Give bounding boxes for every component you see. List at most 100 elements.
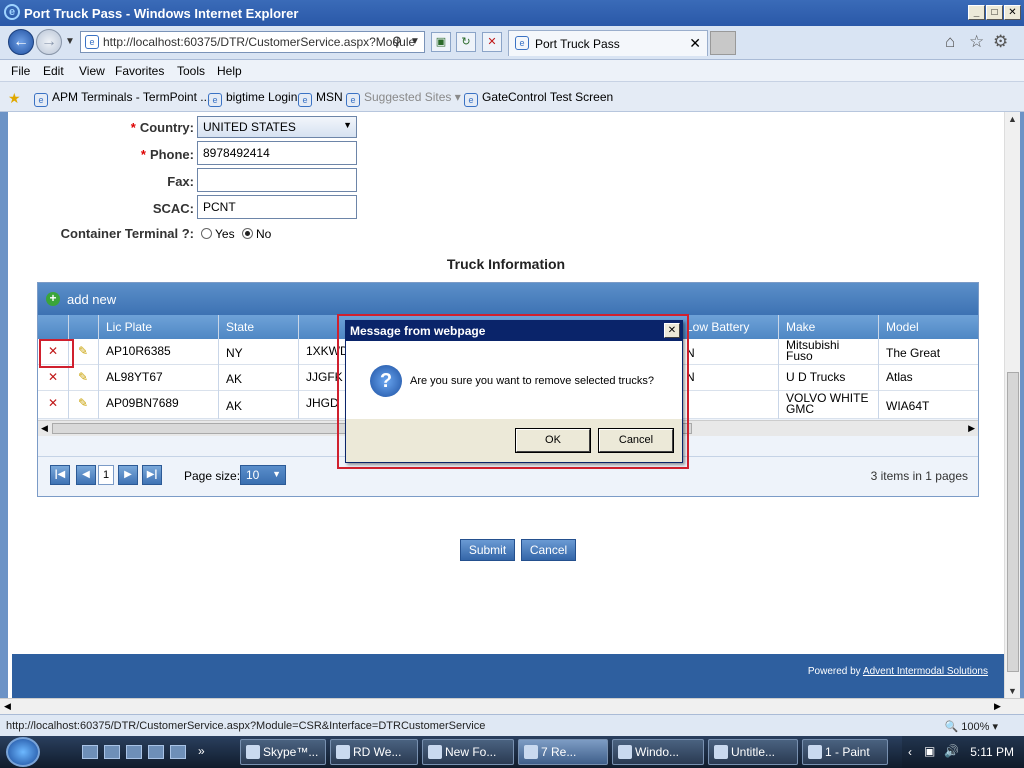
search-icon[interactable]: ⚲ bbox=[392, 34, 402, 50]
zoom-level[interactable]: 🔍 100% ▾ bbox=[945, 720, 998, 733]
col-lic-plate[interactable]: Lic Plate bbox=[106, 320, 152, 334]
col-low-battery[interactable]: Low Battery bbox=[686, 320, 749, 334]
scroll-up-icon[interactable]: ▲ bbox=[1008, 114, 1017, 124]
menu-view[interactable]: View bbox=[79, 64, 105, 78]
scroll-down-icon[interactable]: ▼ bbox=[1008, 686, 1017, 696]
radio-yes-dot bbox=[201, 228, 212, 239]
explorer-icon[interactable] bbox=[104, 745, 120, 759]
menu-bar: File Edit View Favorites Tools Help bbox=[0, 60, 1024, 82]
media-icon[interactable] bbox=[170, 745, 186, 759]
navigation-bar: ← → ▼ e http://localhost:60375/DTR/Custo… bbox=[0, 26, 1024, 60]
page-size-select[interactable]: 10 ▼ bbox=[240, 465, 286, 485]
fav-msn[interactable]: e MSN bbox=[298, 90, 343, 107]
favorites-star-icon[interactable]: ☆ bbox=[969, 32, 984, 52]
scroll-left-icon[interactable]: ◀ bbox=[41, 423, 48, 434]
ie-icon[interactable] bbox=[126, 745, 142, 759]
more-icon[interactable]: » bbox=[198, 744, 205, 758]
menu-help[interactable]: Help bbox=[217, 64, 242, 78]
scac-field[interactable]: PCNT bbox=[197, 195, 357, 219]
start-button[interactable] bbox=[6, 737, 40, 767]
gear-icon[interactable]: ⚙ bbox=[993, 32, 1008, 52]
favorites-icon[interactable]: ★ bbox=[8, 90, 21, 107]
stop-icon[interactable]: ✕ bbox=[482, 32, 502, 52]
company-link[interactable]: Advent Intermodal Solutions bbox=[863, 666, 988, 677]
address-bar[interactable]: e http://localhost:60375/DTR/CustomerSer… bbox=[80, 31, 425, 53]
scroll-right-icon[interactable]: ▶ bbox=[994, 701, 1001, 712]
fav-suggested-sites[interactable]: e Suggested Sites ▾ bbox=[346, 90, 461, 107]
radio-yes[interactable]: Yes bbox=[201, 227, 235, 241]
status-url: http://localhost:60375/DTR/CustomerServi… bbox=[6, 720, 486, 732]
taskbar-item[interactable]: RD We... bbox=[330, 739, 418, 765]
app-icon bbox=[808, 745, 822, 759]
cell-vin: JHGD bbox=[306, 396, 339, 410]
taskbar-item[interactable]: Untitle... bbox=[708, 739, 798, 765]
menu-favorites[interactable]: Favorites bbox=[115, 64, 164, 78]
previous-page-button[interactable]: ◀ bbox=[76, 465, 96, 485]
radio-no[interactable]: No bbox=[242, 227, 271, 241]
first-page-button[interactable]: |◀ bbox=[50, 465, 70, 485]
taskbar-item[interactable]: 7 Re... bbox=[518, 739, 608, 765]
scroll-left-icon[interactable]: ◀ bbox=[4, 701, 11, 712]
show-desktop-icon[interactable] bbox=[82, 745, 98, 759]
tab-close-icon[interactable]: ✕ bbox=[689, 35, 701, 52]
phone-field[interactable]: 8978492414 bbox=[197, 141, 357, 165]
add-icon[interactable]: + bbox=[46, 292, 60, 306]
delete-icon[interactable]: ✕ bbox=[48, 370, 58, 384]
address-dropdown-icon[interactable]: ▼ bbox=[410, 36, 420, 47]
fav-gatecontrol[interactable]: e GateControl Test Screen bbox=[464, 90, 613, 107]
dialog-ok-button[interactable]: OK bbox=[515, 428, 591, 453]
menu-edit[interactable]: Edit bbox=[43, 64, 64, 78]
taskbar-item[interactable]: Skype™... bbox=[240, 739, 326, 765]
delete-icon[interactable]: ✕ bbox=[48, 396, 58, 410]
scroll-right-icon[interactable]: ▶ bbox=[968, 423, 975, 434]
browser-horizontal-scrollbar[interactable]: ◀ ▶ bbox=[0, 698, 1024, 714]
scrollbar-thumb[interactable] bbox=[1007, 372, 1019, 672]
page-number[interactable]: 1 bbox=[98, 465, 114, 485]
network-icon[interactable]: ▣ bbox=[924, 744, 935, 758]
add-new-link[interactable]: add new bbox=[67, 292, 116, 307]
system-tray: ‹ ▣ 🔊 5:11 PM bbox=[902, 736, 1024, 768]
fav-bigtime-login[interactable]: e bigtime Login bbox=[208, 90, 297, 107]
col-make[interactable]: Make bbox=[786, 320, 815, 334]
submit-button[interactable]: Submit bbox=[460, 539, 515, 561]
close-window-button[interactable]: ✕ bbox=[1004, 5, 1021, 20]
taskbar-item[interactable]: Windo... bbox=[612, 739, 704, 765]
column-divider bbox=[778, 315, 779, 419]
taskbar-item[interactable]: New Fo... bbox=[422, 739, 514, 765]
zoom-icon: 🔍 bbox=[944, 721, 959, 733]
maximize-button[interactable]: □ bbox=[986, 5, 1003, 20]
edit-pencil-icon[interactable]: ✎ bbox=[78, 396, 88, 410]
dialog-cancel-button[interactable]: Cancel bbox=[598, 428, 674, 453]
new-tab-button[interactable] bbox=[710, 31, 736, 55]
truck-information-title: Truck Information bbox=[446, 256, 566, 272]
forward-button[interactable]: → bbox=[36, 29, 62, 55]
page-vertical-scrollbar[interactable]: ▲ ▼ bbox=[1004, 112, 1020, 698]
cancel-button[interactable]: Cancel bbox=[521, 539, 576, 561]
page-size-label: Page size: bbox=[184, 469, 241, 483]
home-icon[interactable]: ⌂ bbox=[945, 32, 955, 52]
menu-tools[interactable]: Tools bbox=[177, 64, 205, 78]
edit-pencil-icon[interactable]: ✎ bbox=[78, 370, 88, 384]
col-state[interactable]: State bbox=[226, 320, 254, 334]
tab-port-truck-pass[interactable]: e Port Truck Pass ✕ bbox=[508, 30, 708, 56]
refresh-icon[interactable]: ↻ bbox=[456, 32, 476, 52]
last-page-button[interactable]: ▶| bbox=[142, 465, 162, 485]
powered-by-text: Powered by Advent Intermodal Solutions bbox=[807, 666, 988, 677]
minimize-button[interactable]: _ bbox=[968, 5, 985, 20]
edit-pencil-icon[interactable]: ✎ bbox=[78, 344, 88, 358]
compatibility-view-icon[interactable]: ▣ bbox=[431, 32, 451, 52]
dialog-close-icon[interactable]: ✕ bbox=[664, 323, 680, 338]
menu-file[interactable]: File bbox=[11, 64, 30, 78]
next-page-button[interactable]: ▶ bbox=[118, 465, 138, 485]
fav-apm-terminals[interactable]: e APM Terminals - TermPoint ... bbox=[34, 90, 210, 107]
fax-field[interactable] bbox=[197, 168, 357, 192]
country-select[interactable]: UNITED STATES ▼ bbox=[197, 116, 357, 138]
volume-icon[interactable]: 🔊 bbox=[944, 744, 959, 758]
recent-pages-dropdown-icon[interactable]: ▼ bbox=[65, 36, 75, 47]
col-model[interactable]: Model bbox=[886, 320, 919, 334]
tray-chevron-icon[interactable]: ‹ bbox=[908, 745, 912, 759]
taskbar-item[interactable]: 1 - Paint bbox=[802, 739, 888, 765]
page-icon: e bbox=[298, 93, 312, 107]
skype-icon[interactable] bbox=[148, 745, 164, 759]
back-button[interactable]: ← bbox=[8, 29, 34, 55]
